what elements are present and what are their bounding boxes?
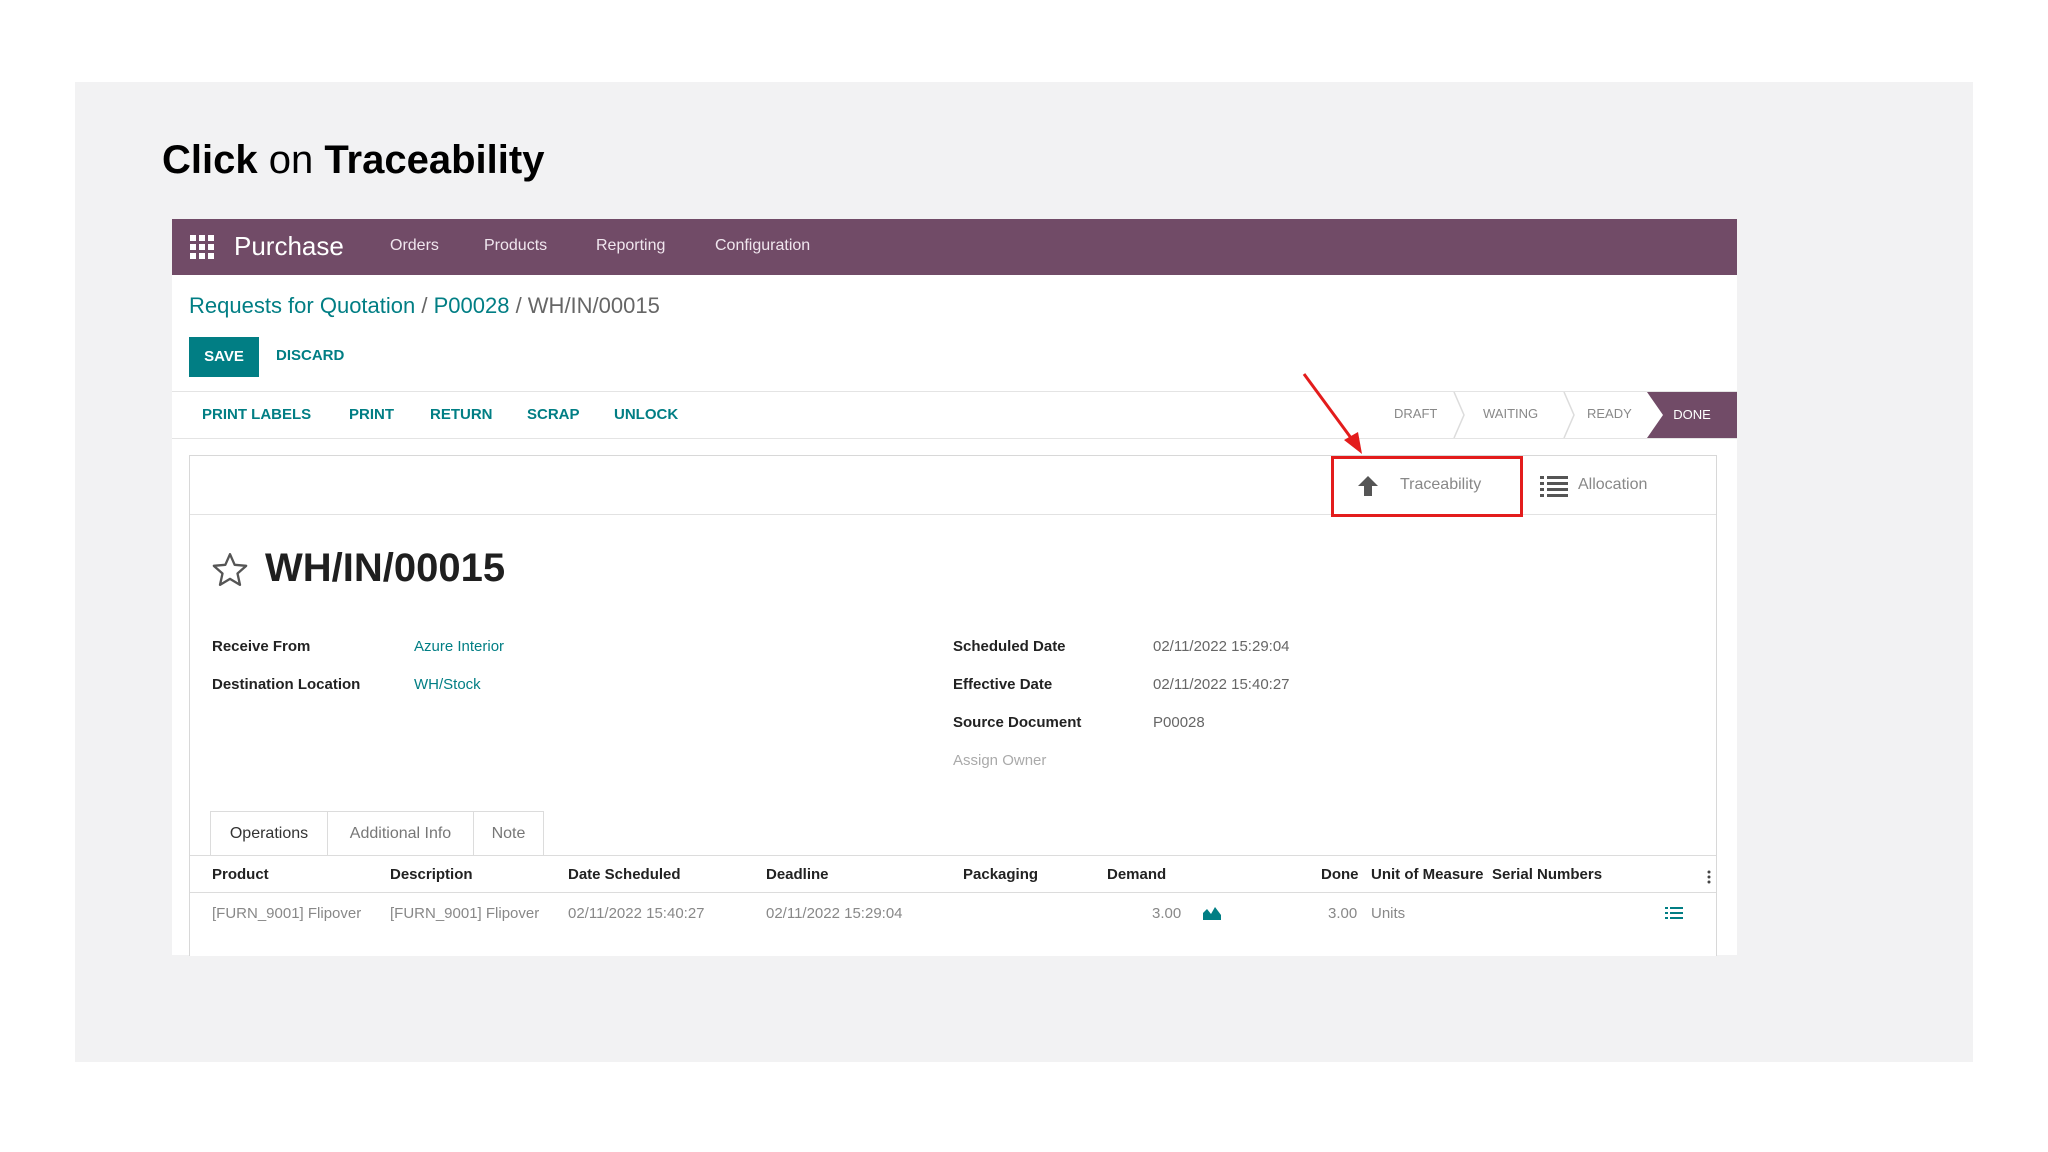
red-pointer-arrow-icon <box>1302 373 1362 454</box>
details-list-icon[interactable] <box>1665 906 1683 920</box>
column-header-demand[interactable]: Demand <box>1107 866 1166 883</box>
stage-ready[interactable]: READY <box>1587 406 1632 421</box>
source-document-label: Source Document <box>953 714 1082 731</box>
record-title: WH/IN/00015 <box>265 546 506 590</box>
receive-from-value[interactable]: Azure Interior <box>414 638 504 655</box>
destination-value[interactable]: WH/Stock <box>414 676 481 693</box>
save-button[interactable]: SAVE <box>189 337 259 377</box>
allocation-button[interactable]: Allocation <box>1530 456 1680 514</box>
return-button[interactable]: RETURN <box>430 406 493 423</box>
column-header-packaging[interactable]: Packaging <box>963 866 1038 883</box>
tab-note[interactable]: Note <box>474 811 544 855</box>
cell-done: 3.00 <box>1328 905 1358 922</box>
stage-waiting[interactable]: WAITING <box>1483 406 1538 421</box>
chevron-right-icon <box>1453 392 1465 438</box>
list-icon <box>1540 476 1568 497</box>
app-screenshot: Purchase Orders Products Reporting Confi… <box>172 219 1737 956</box>
column-header-deadline[interactable]: Deadline <box>766 866 829 883</box>
unlock-button[interactable]: UNLOCK <box>614 406 678 423</box>
instruction-verb: Click <box>162 138 258 182</box>
breadcrumb-rfq-link[interactable]: Requests for Quotation <box>189 293 415 318</box>
highlight-box <box>1331 456 1523 517</box>
star-icon[interactable] <box>210 550 250 590</box>
instruction-text: Click on Traceability <box>162 138 544 183</box>
column-header-uom[interactable]: Unit of Measure <box>1371 866 1484 883</box>
source-document-value[interactable]: P00028 <box>1153 714 1205 731</box>
column-options-icon[interactable] <box>1706 869 1712 885</box>
column-header-done[interactable]: Done <box>1321 866 1359 883</box>
breadcrumb-po-link[interactable]: P00028 <box>434 293 510 318</box>
scheduled-date-value[interactable]: 02/11/2022 15:29:04 <box>1153 638 1290 655</box>
allocation-label: Allocation <box>1578 476 1648 493</box>
cell-uom: Units <box>1371 905 1406 922</box>
tab-operations[interactable]: Operations <box>210 811 328 855</box>
tab-additional-info[interactable]: Additional Info <box>328 811 474 855</box>
forecast-chart-icon[interactable] <box>1202 905 1222 921</box>
effective-date-value[interactable]: 02/11/2022 15:40:27 <box>1153 676 1290 693</box>
cell-deadline: 02/11/2022 15:29:04 <box>766 905 903 922</box>
breadcrumb-current: WH/IN/00015 <box>527 293 660 318</box>
column-header-date-scheduled[interactable]: Date Scheduled <box>568 866 681 883</box>
tab-divider <box>190 855 1716 856</box>
print-button[interactable]: PRINT <box>349 406 394 423</box>
column-header-product[interactable]: Product <box>212 866 269 883</box>
instruction-target: Traceability <box>324 138 545 182</box>
form-sheet: Traceability Allocation WH/IN/00015 Rece… <box>189 455 1717 956</box>
menu-products[interactable]: Products <box>484 237 547 255</box>
scheduled-date-label: Scheduled Date <box>953 638 1066 655</box>
menu-reporting[interactable]: Reporting <box>596 237 665 255</box>
column-header-serial-numbers[interactable]: Serial Numbers <box>1492 866 1602 883</box>
top-navbar: Purchase Orders Products Reporting Confi… <box>172 219 1737 275</box>
menu-orders[interactable]: Orders <box>390 237 439 255</box>
cell-description: [FURN_9001] Flipover <box>390 905 540 922</box>
stage-draft[interactable]: DRAFT <box>1394 406 1437 421</box>
receive-from-label: Receive From <box>212 638 311 655</box>
scrap-button[interactable]: SCRAP <box>527 406 580 423</box>
header-divider <box>190 892 1716 893</box>
cell-date-scheduled: 02/11/2022 15:40:27 <box>568 905 705 922</box>
column-header-description[interactable]: Description <box>390 866 473 883</box>
effective-date-label: Effective Date <box>953 676 1053 693</box>
instruction-connector: on <box>257 138 325 182</box>
chevron-right-icon <box>1563 392 1575 438</box>
destination-label: Destination Location <box>212 676 361 693</box>
assign-owner-link[interactable]: Assign Owner <box>953 752 1046 769</box>
stage-done[interactable]: DONE <box>1647 392 1737 438</box>
breadcrumb-separator: / <box>509 293 528 318</box>
discard-button[interactable]: DISCARD <box>276 347 344 364</box>
menu-configuration[interactable]: Configuration <box>715 237 810 255</box>
print-labels-button[interactable]: PRINT LABELS <box>202 406 311 423</box>
app-name[interactable]: Purchase <box>234 231 344 262</box>
cell-product: [FURN_9001] Flipover <box>212 905 362 922</box>
cell-demand: 3.00 <box>1152 905 1182 922</box>
apps-grid-icon[interactable] <box>190 235 214 259</box>
breadcrumb: Requests for Quotation / P00028 / WH/IN/… <box>189 293 660 319</box>
breadcrumb-separator: / <box>415 293 434 318</box>
smart-button-box: Traceability Allocation <box>190 456 1716 517</box>
action-bar: PRINT LABELS PRINT RETURN SCRAP UNLOCK D… <box>172 391 1737 439</box>
